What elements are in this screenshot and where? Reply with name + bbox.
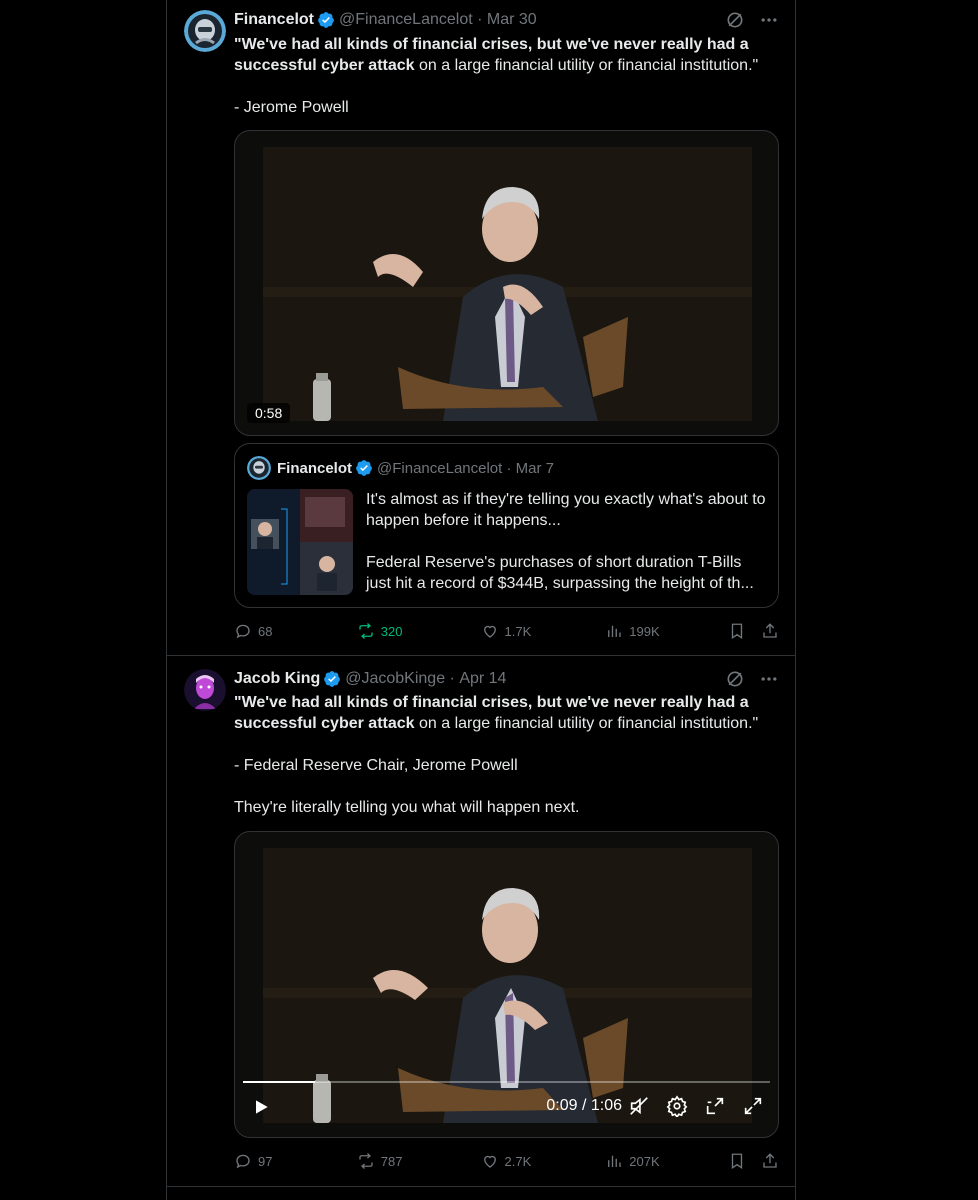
like-button[interactable]: 1.7K [481,622,606,640]
quote-header: Financelot @FinanceLancelot · Mar 7 [247,456,554,480]
views-count: 199K [629,623,660,639]
tweet-divider [167,655,795,656]
video-player[interactable]: 0:09 / 1:06 [234,831,779,1138]
quote-text: It's almost as if they're telling you ex… [366,489,766,594]
reply-count: 97 [258,1153,273,1169]
tweet-date[interactable]: Mar 30 [487,11,537,29]
repost-count: 320 [380,623,403,639]
video-frame [263,147,752,421]
fullscreen-icon[interactable] [742,1095,764,1117]
bookmark-icon[interactable] [728,622,746,640]
repost-count: 787 [380,1153,403,1169]
mute-icon[interactable] [628,1095,650,1117]
views-icon [608,1155,621,1167]
timeline: Financelot @FinanceLancelot · Mar 30 "We… [166,0,796,1200]
video-progress-track[interactable] [243,1081,770,1083]
tweet-text: "We've had all kinds of financial crises… [234,692,779,818]
separator-dot: · [472,11,487,28]
repost-icon [359,623,373,639]
grok-icon[interactable] [725,669,745,689]
repost-button[interactable]: 787 [357,1152,481,1170]
quote-author-handle[interactable]: @FinanceLancelot [377,460,502,477]
share-icon[interactable] [761,622,779,640]
avatar-jacob-king[interactable] [184,669,226,711]
like-count: 1.7K [504,623,532,639]
repost-icon [359,1153,373,1169]
tweet-attribution: - Federal Reserve Chair, Jerome Powell [234,757,518,774]
tweet-text-rest: on a large financial utility or financia… [414,57,759,74]
author-handle[interactable]: @FinanceLancelot [339,11,473,29]
tweet-text-extra: They're literally telling you what will … [234,799,580,816]
author-handle[interactable]: @JacobKinge [345,670,445,688]
grok-icon[interactable] [725,10,745,30]
pip-icon[interactable] [704,1095,726,1117]
avatar-financelot[interactable] [184,10,226,52]
settings-icon[interactable] [666,1095,688,1117]
like-count: 2.7K [504,1153,532,1169]
reply-button[interactable]: 97 [234,1152,357,1170]
tweet-header-actions [725,669,779,689]
tweet-date[interactable]: Apr 14 [459,670,506,688]
tweet-header-actions [725,10,779,30]
quoted-tweet[interactable]: Financelot @FinanceLancelot · Mar 7 It's… [234,443,779,608]
quote-text-line1: It's almost as if they're telling you ex… [366,491,766,529]
views-icon [608,625,621,637]
play-icon[interactable] [251,1097,271,1117]
video-duration: 0:58 [247,403,291,423]
author-name[interactable]: Jacob King [234,670,320,688]
video-thumbnail [263,147,752,421]
views-button[interactable]: 199K [605,622,728,640]
verified-badge-icon [318,12,334,28]
tweet-header: Financelot @FinanceLancelot · Mar 30 [234,10,537,30]
bookmark-icon[interactable] [728,1152,746,1170]
reply-icon [236,624,250,639]
tweet-attribution: - Jerome Powell [234,99,349,116]
tweet-actions: 68 320 1.7K 199K [234,621,779,641]
reply-count: 68 [258,623,273,639]
share-icon[interactable] [761,1152,779,1170]
like-button[interactable]: 2.7K [481,1152,606,1170]
quote-author-name[interactable]: Financelot [277,460,352,477]
repost-button[interactable]: 320 [357,622,481,640]
tweet-text-rest: on a large financial utility or financia… [414,715,759,732]
video-progress-fill [243,1081,315,1083]
more-icon[interactable] [759,669,779,689]
reply-button[interactable]: 68 [234,622,357,640]
video-controls: 0:09 / 1:06 [235,1075,778,1137]
verified-badge-icon [324,671,341,687]
video-player[interactable]: 0:58 [234,130,779,436]
views-count: 207K [629,1153,660,1169]
views-button[interactable]: 207K [605,1152,728,1170]
tweet-text: "We've had all kinds of financial crises… [234,34,779,118]
video-control-icons [628,1095,764,1117]
quote-date[interactable]: Mar 7 [516,460,554,477]
reply-icon [236,1154,250,1169]
like-icon [483,1155,496,1168]
author-name[interactable]: Financelot [234,11,314,29]
quote-text-line2: Federal Reserve's purchases of short dur… [366,554,754,592]
quote-thumbnail[interactable] [247,489,353,595]
like-icon [483,625,496,638]
tweet-divider [167,1186,795,1187]
video-time: 0:09 / 1:06 [546,1097,622,1114]
more-icon[interactable] [759,10,779,30]
tweet-header: Jacob King @JacobKinge · Apr 14 [234,670,507,688]
quote-avatar[interactable] [247,456,271,480]
tweet-actions: 97 787 2.7K 207K [234,1151,779,1171]
verified-badge-icon [356,460,372,476]
